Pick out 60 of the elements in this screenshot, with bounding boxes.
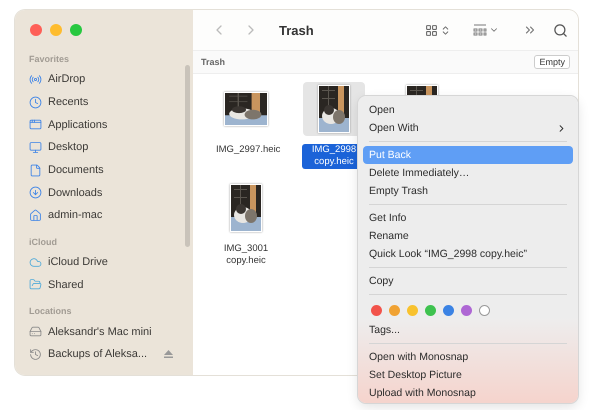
document-icon <box>29 164 42 177</box>
file-name[interactable]: IMG_2997.heic <box>214 144 278 156</box>
scrollbar[interactable] <box>185 65 190 247</box>
drive-icon <box>29 325 42 338</box>
tag-dot[interactable] <box>425 304 436 316</box>
file-name[interactable]: IMG_3001 copy.heic <box>214 242 278 268</box>
menu-item[interactable]: Rename <box>363 227 573 245</box>
menu-item[interactable]: Upload with Monosnap <box>363 384 573 402</box>
up-down-icon <box>440 24 451 36</box>
house-icon <box>29 208 42 222</box>
menu-item[interactable]: Quick Look “IMG_2998 copy.heic” <box>363 245 573 263</box>
group-icon <box>473 24 487 36</box>
tag-dot[interactable] <box>443 304 454 316</box>
file-thumbnail[interactable] <box>303 82 365 136</box>
group-button[interactable] <box>473 24 499 36</box>
menu-item[interactable]: Tags... <box>363 321 573 339</box>
path-label: Trash <box>201 57 226 67</box>
window-control[interactable] <box>30 24 42 36</box>
sidebar-item[interactable]: Documents <box>29 158 193 182</box>
tag-dot[interactable] <box>371 304 382 316</box>
tag-dot[interactable] <box>389 304 400 316</box>
sidebar-item[interactable]: admin-mac <box>29 204 193 227</box>
tag-dot[interactable] <box>407 304 418 316</box>
sidebar-item[interactable]: AirDrop <box>29 68 193 91</box>
download-icon <box>29 186 42 200</box>
tag-dot[interactable] <box>461 304 472 316</box>
sidebar-item[interactable]: Shared <box>29 274 193 296</box>
tag-dot[interactable] <box>479 304 490 316</box>
menu-item[interactable]: Open with Monosnap <box>363 348 573 366</box>
menu-item[interactable]: Open <box>363 101 573 119</box>
sidebar-item[interactable]: Desktop <box>29 136 193 159</box>
empty-button[interactable]: Empty <box>534 55 570 69</box>
sidebar-item[interactable]: Backups of Aleksa... <box>29 342 193 366</box>
sidebar-heading: Locations <box>29 306 73 318</box>
menu-item[interactable]: Get Info <box>363 209 573 227</box>
menu-item[interactable]: Empty Trash <box>363 182 573 200</box>
eject-icon[interactable] <box>164 350 173 358</box>
view-mode-button[interactable] <box>425 24 451 36</box>
sidebar-item[interactable]: Recents <box>29 90 193 114</box>
menu-item[interactable]: Open With <box>363 119 573 137</box>
menu-item[interactable]: Set Desktop Picture <box>363 366 573 384</box>
clock-icon <box>29 96 42 109</box>
sidebar-item[interactable]: Aleksandr's Mac mini <box>29 320 193 343</box>
sidebar-heading: Favorites <box>29 54 70 66</box>
sidebar-item[interactable]: Downloads <box>29 181 193 204</box>
search-icon[interactable] <box>553 22 568 38</box>
sidebar-item[interactable]: iCloud Drive <box>29 250 193 274</box>
app-window-icon <box>29 118 42 132</box>
grid-icon <box>425 24 438 36</box>
window-control[interactable] <box>70 24 82 36</box>
folder-icon <box>29 278 42 292</box>
menu-item[interactable]: Copy <box>363 272 573 290</box>
sidebar-heading: iCloud <box>29 236 58 249</box>
broadcast-icon <box>29 72 42 86</box>
cloud-icon <box>29 256 42 269</box>
history-icon <box>29 348 42 361</box>
menu-item[interactable]: Delete Immediately… <box>363 164 573 182</box>
window-title: Trash <box>279 22 315 38</box>
sidebar-item[interactable]: Applications <box>29 113 193 136</box>
monitor-icon <box>29 140 42 154</box>
